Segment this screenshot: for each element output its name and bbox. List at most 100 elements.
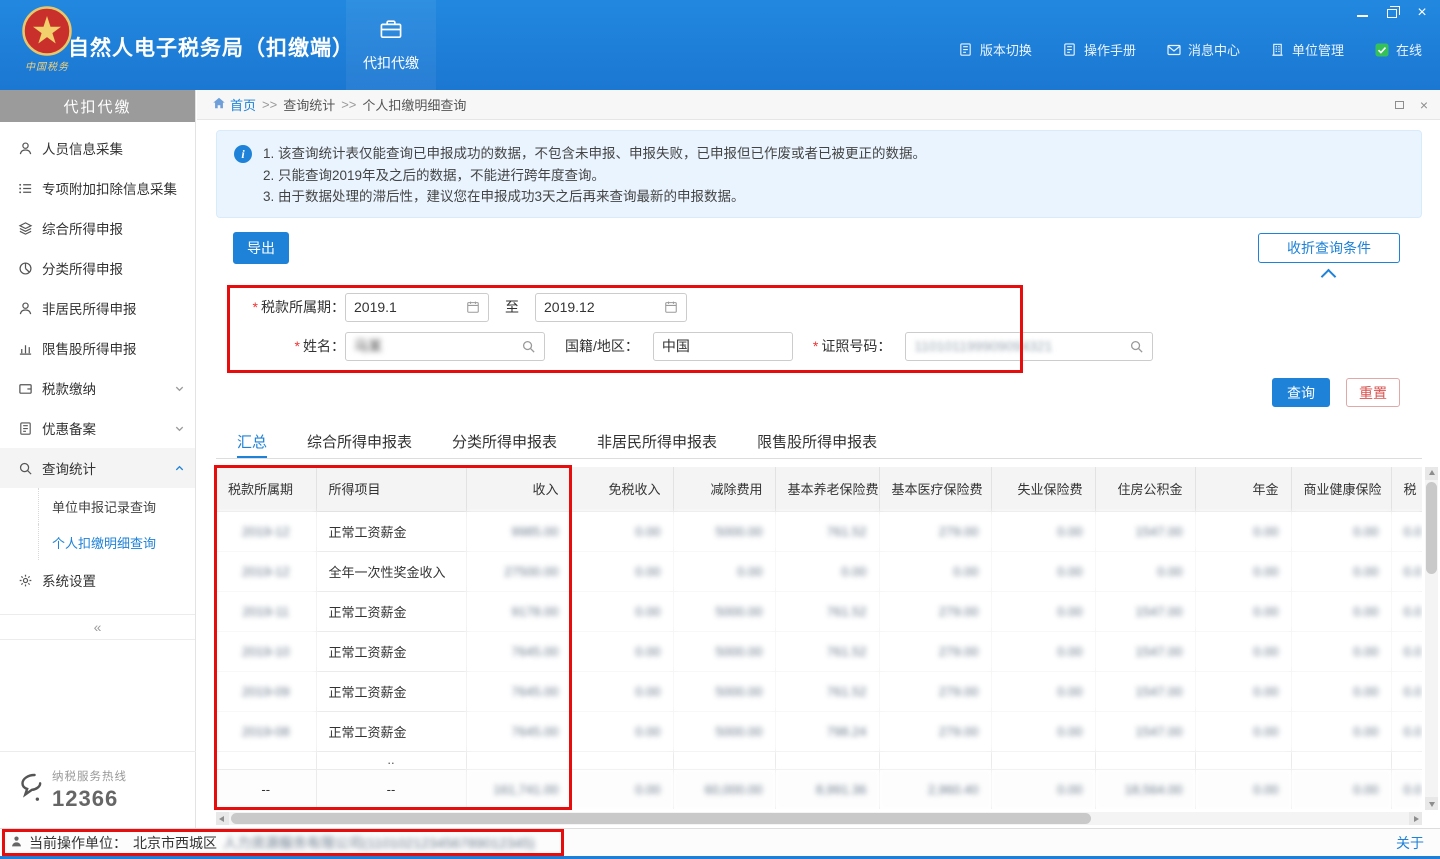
header-nav-online-status[interactable]: 在线	[1374, 40, 1422, 59]
tab-1[interactable]: 综合所得申报表	[307, 427, 412, 458]
vertical-scrollbar[interactable]	[1425, 467, 1438, 810]
header-nav-label: 单位管理	[1292, 40, 1344, 59]
table-row[interactable]: 2019-08正常工资薪金7645.000.005000.00798.24279…	[216, 711, 1422, 751]
reset-button[interactable]: 重置	[1346, 378, 1400, 407]
cell-value: 1547.00	[1095, 671, 1195, 711]
sidebar-item[interactable]: 专项附加扣除信息采集	[0, 168, 195, 208]
cell-period: 2019-09	[216, 671, 316, 711]
sidebar-item[interactable]: 查询统计	[0, 448, 195, 488]
cell-value: 0.00	[571, 671, 673, 711]
sidebar-item[interactable]: 系统设置	[0, 560, 195, 600]
sidebar-item[interactable]: 优惠备案	[0, 408, 195, 448]
tab-3[interactable]: 非居民所得申报表	[597, 427, 717, 458]
column-header: 失业保险费	[991, 467, 1095, 511]
sidebar-item[interactable]: 综合所得申报	[0, 208, 195, 248]
table-row[interactable]: ..	[216, 751, 1422, 769]
tab-2[interactable]: 分类所得申报表	[452, 427, 557, 458]
sidebar-item[interactable]: 分类所得申报	[0, 248, 195, 288]
app-header: 中国税务 自然人电子税务局（扣缴端） 代扣代缴 版本切换 操作手册 消息中心 单…	[0, 0, 1440, 90]
calendar-icon[interactable]	[466, 300, 480, 314]
scroll-right-arrow-icon[interactable]	[1409, 812, 1422, 825]
column-header: 收入	[466, 467, 571, 511]
id-number-input[interactable]: 110101199909094321	[905, 332, 1153, 361]
sidebar-collapse-button[interactable]: «	[0, 614, 195, 640]
sidebar-item[interactable]: 限售股所得申报	[0, 328, 195, 368]
header-nav-version-switch[interactable]: 版本切换	[958, 40, 1032, 59]
nation-input[interactable]: 中国	[653, 332, 793, 361]
panel-close-icon[interactable]: ×	[1420, 97, 1428, 113]
query-button[interactable]: 查询	[1272, 378, 1330, 407]
search-icon[interactable]	[1129, 339, 1144, 354]
vertical-scroll-track[interactable]	[1425, 480, 1438, 797]
name-label: *姓名：	[233, 336, 345, 356]
vertical-scroll-thumb[interactable]	[1426, 482, 1437, 574]
cell-value: 0.00	[571, 511, 673, 551]
cell-value: 0.00	[991, 511, 1095, 551]
cell-value: 0.00	[879, 551, 991, 591]
cell-value: 5000.00	[673, 711, 775, 751]
about-link[interactable]: 关于	[1396, 833, 1424, 853]
header-nav-message-center[interactable]: 消息中心	[1166, 40, 1240, 59]
panel-restore-icon[interactable]	[1395, 101, 1404, 109]
sidebar-subitem[interactable]: 单位申报记录查询	[0, 488, 195, 524]
horizontal-scroll-track[interactable]	[229, 812, 1409, 825]
module-tab-label: 代扣代缴	[363, 53, 419, 73]
column-header: 减除费用	[673, 467, 775, 511]
table-row[interactable]: 2019-09正常工资薪金7645.000.005000.00761.52279…	[216, 671, 1422, 711]
header-nav-manual[interactable]: 操作手册	[1062, 40, 1136, 59]
period-start-input[interactable]: 2019.1	[345, 293, 489, 322]
search-icon[interactable]	[521, 339, 536, 354]
cell-value: 0.00	[991, 551, 1095, 591]
table-head: 税款所属期所得项目收入免税收入减除费用基本养老保险费基本医疗保险费失业保险费住房…	[216, 467, 1422, 511]
tab-4[interactable]: 限售股所得申报表	[757, 427, 877, 458]
table-row[interactable]: ----161,741.000.0060,000.008,991.362,960…	[216, 769, 1422, 809]
close-button[interactable]: ×	[1414, 6, 1430, 20]
period-end-input[interactable]: 2019.12	[535, 293, 687, 322]
minimize-button[interactable]	[1354, 6, 1370, 20]
app-title: 自然人电子税务局（扣缴端）	[68, 32, 354, 62]
tax-emblem-logo	[22, 6, 72, 56]
header-nav-label: 操作手册	[1084, 40, 1136, 59]
name-input[interactable]: 马某	[345, 332, 545, 361]
table-row[interactable]: 2019-12全年一次性奖金收入27500.000.000.000.000.00…	[216, 551, 1422, 591]
horizontal-scrollbar[interactable]	[216, 812, 1422, 825]
breadcrumb-separator: >>	[262, 97, 277, 112]
scroll-up-arrow-icon[interactable]	[1425, 467, 1438, 480]
wallet-icon	[18, 381, 33, 396]
scroll-left-arrow-icon[interactable]	[216, 812, 229, 825]
header-nav-unit-management[interactable]: 单位管理	[1270, 40, 1344, 59]
cell-value: 279.00	[879, 511, 991, 551]
collapse-query-button[interactable]: 收折查询条件	[1258, 233, 1400, 263]
sidebar-subitem[interactable]: 个人扣缴明细查询	[0, 524, 195, 560]
breadcrumb-home[interactable]: 首页	[212, 95, 256, 114]
column-header: 免税收入	[571, 467, 673, 511]
tab-0[interactable]: 汇总	[237, 427, 267, 458]
cell-value: 0.00	[1195, 551, 1291, 591]
cell-value: 1547.00	[1095, 511, 1195, 551]
notice-lines: 1. 该查询统计表仅能查询已申报成功的数据，不包含未申报、申报失败，已申报但已作…	[263, 143, 1405, 208]
cell-value: 0.00	[1291, 631, 1391, 671]
cell-value: 0.00	[1291, 591, 1391, 631]
cell-item: 正常工资薪金	[316, 631, 466, 671]
searchdoc-icon	[18, 461, 33, 476]
calendar-icon[interactable]	[664, 300, 678, 314]
sidebar-item[interactable]: 人员信息采集	[0, 128, 195, 168]
restore-button[interactable]	[1384, 6, 1400, 20]
table-row[interactable]: 2019-12正常工资薪金9985.000.005000.00761.52279…	[216, 511, 1422, 551]
module-tab-daikou-daijiao[interactable]: 代扣代缴	[346, 0, 436, 90]
cell-value: 8,991.36	[775, 769, 879, 809]
sidebar-item[interactable]: 非居民所得申报	[0, 288, 195, 328]
export-button[interactable]: 导出	[233, 232, 289, 264]
sidebar-item[interactable]: 税款缴纳	[0, 368, 195, 408]
doc-icon	[958, 42, 974, 58]
scroll-down-arrow-icon[interactable]	[1425, 797, 1438, 810]
header-nav-label: 消息中心	[1188, 40, 1240, 59]
required-asterisk: *	[295, 338, 300, 354]
table-row[interactable]: 2019-11正常工资薪金9178.000.005000.00761.52279…	[216, 591, 1422, 631]
chevron-down-icon	[174, 383, 185, 394]
period-label: *税款所属期：	[233, 297, 345, 317]
horizontal-scroll-thumb[interactable]	[231, 813, 1091, 824]
cell-value: 798.24	[775, 711, 879, 751]
table-row[interactable]: 2019-10正常工资薪金7645.000.005000.00761.52279…	[216, 631, 1422, 671]
nation-label: 国籍/地区：	[565, 336, 639, 356]
